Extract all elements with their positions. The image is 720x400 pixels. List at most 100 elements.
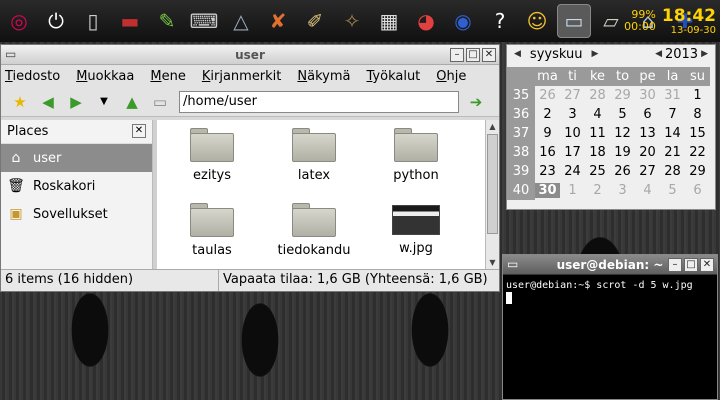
calendar-day[interactable]: 29 xyxy=(685,164,710,179)
paint-brush-icon[interactable]: ✐ xyxy=(298,4,332,38)
history-dropdown-icon[interactable]: ▼ xyxy=(93,91,115,113)
scroll-thumb[interactable] xyxy=(487,134,498,234)
help-icon[interactable]: ? xyxy=(483,4,517,38)
place-applications[interactable]: ▣ Sovellukset xyxy=(1,200,152,228)
calendar-day[interactable]: 10 xyxy=(560,126,585,141)
next-month-icon[interactable]: ▶ xyxy=(591,49,598,59)
place-user[interactable]: ⌂ user xyxy=(1,144,152,172)
file-item[interactable]: taulas xyxy=(162,203,262,258)
calendar-day[interactable]: 20 xyxy=(635,145,660,160)
folder-icon[interactable]: ▱ xyxy=(594,4,628,38)
calendar-day[interactable]: 29 xyxy=(610,88,635,103)
minimize-button[interactable]: – xyxy=(450,48,464,62)
calendar-day[interactable]: 18 xyxy=(585,145,610,160)
back-arrow-icon[interactable]: ◀ xyxy=(37,91,59,113)
calendar-day[interactable]: 5 xyxy=(660,183,685,198)
menu-muokkaa[interactable]: Muokkaa xyxy=(76,69,134,84)
debian-swirl-icon[interactable]: ◎ xyxy=(2,4,36,38)
calendar-day[interactable]: 14 xyxy=(660,126,685,141)
calendar-day[interactable]: 5 xyxy=(610,107,635,122)
calendar-day[interactable]: 6 xyxy=(635,107,660,122)
calendar-day[interactable]: 26 xyxy=(535,88,560,103)
calendar-day[interactable]: 26 xyxy=(610,164,635,179)
menu-kirjanmerkit[interactable]: Kirjanmerkit xyxy=(202,69,282,84)
terminal-titlebar[interactable]: ▭ user@debian: ~ – □ ✕ xyxy=(503,255,717,275)
vertical-scrollbar[interactable]: ▲ ▼ xyxy=(485,120,499,270)
calendar-day[interactable]: 24 xyxy=(560,164,585,179)
computer-tower-icon[interactable]: ▯ xyxy=(76,4,110,38)
file-item[interactable]: w.jpg xyxy=(366,203,466,256)
calendar-day[interactable]: 28 xyxy=(585,88,610,103)
gimp-icon[interactable]: ✧ xyxy=(335,4,369,38)
location-input[interactable]: /home/user xyxy=(179,90,459,113)
menu-työkalut[interactable]: Työkalut xyxy=(367,69,421,84)
new-bookmark-star-icon[interactable]: ★ xyxy=(9,91,31,113)
calendar-day[interactable]: 25 xyxy=(585,164,610,179)
menu-tiedosto[interactable]: Tiedosto xyxy=(5,69,60,84)
clock[interactable]: 18:42 13-09-30 xyxy=(662,7,716,36)
calendar-day[interactable]: 9 xyxy=(535,126,560,141)
calendar-day[interactable]: 16 xyxy=(535,145,560,160)
calendar-day[interactable]: 19 xyxy=(610,145,635,160)
file-item[interactable]: latex xyxy=(264,128,364,183)
calendar-day[interactable]: 22 xyxy=(685,145,710,160)
avatar-icon[interactable]: ☺ xyxy=(520,4,554,38)
minimize-button[interactable]: – xyxy=(668,258,682,272)
forward-arrow-icon[interactable]: ▶ xyxy=(65,91,87,113)
file-manager-titlebar[interactable]: ▭ user – □ ✕ xyxy=(1,45,499,65)
prev-month-icon[interactable]: ◀ xyxy=(514,49,521,59)
calendar-day[interactable]: 1 xyxy=(685,88,710,103)
menu-mene[interactable]: Mene xyxy=(150,69,185,84)
scroll-down-icon[interactable]: ▼ xyxy=(486,256,499,270)
calendar-day[interactable]: 3 xyxy=(560,107,585,122)
calendar-today[interactable]: 30 xyxy=(535,183,560,198)
xfig-icon[interactable]: ✘ xyxy=(261,4,295,38)
sidebar-close-button[interactable]: ✕ xyxy=(132,124,146,138)
leaf-editor-icon[interactable]: ✎ xyxy=(150,4,184,38)
terminal-window[interactable]: ▭ user@debian: ~ – □ ✕ user@debian:~$ sc… xyxy=(502,254,718,400)
close-button[interactable]: ✕ xyxy=(700,258,714,272)
network-globe-icon[interactable]: ◉ xyxy=(446,4,480,38)
calendar-day[interactable]: 28 xyxy=(660,164,685,179)
file-item[interactable]: python xyxy=(366,128,466,183)
place-trash[interactable]: 🗑 Roskakori xyxy=(1,172,152,200)
go-arrow-icon[interactable]: ➔ xyxy=(465,91,487,113)
file-item[interactable]: ezitys xyxy=(162,128,262,183)
menu-näkymä[interactable]: Näkymä xyxy=(297,69,350,84)
calendar-day[interactable]: 11 xyxy=(585,126,610,141)
spreadsheet-icon[interactable]: ▦ xyxy=(372,4,406,38)
calendar-day[interactable]: 7 xyxy=(660,107,685,122)
menu-ohje[interactable]: Ohje xyxy=(436,69,466,84)
file-item[interactable]: tiedokandu xyxy=(264,203,364,258)
calendar-day[interactable]: 21 xyxy=(660,145,685,160)
calendar-day[interactable]: 2 xyxy=(535,107,560,122)
calendar-day[interactable]: 12 xyxy=(610,126,635,141)
calendar-day[interactable]: 4 xyxy=(635,183,660,198)
calendar-day[interactable]: 27 xyxy=(560,88,585,103)
close-button[interactable]: ✕ xyxy=(482,48,496,62)
up-arrow-icon[interactable]: ▲ xyxy=(121,91,143,113)
next-year-icon[interactable]: ▶ xyxy=(701,49,708,59)
monitor-icon[interactable]: ▬ xyxy=(113,4,147,38)
calendar-day[interactable]: 1 xyxy=(560,183,585,198)
terminal-output[interactable]: user@debian:~$ scrot -d 5 w.jpg xyxy=(503,275,717,309)
calendar-day[interactable]: 4 xyxy=(585,107,610,122)
calendar-day[interactable]: 23 xyxy=(535,164,560,179)
calendar-day[interactable]: 27 xyxy=(635,164,660,179)
calendar-day[interactable]: 6 xyxy=(685,183,710,198)
calendar-day[interactable]: 15 xyxy=(685,126,710,141)
calendar-day[interactable]: 3 xyxy=(610,183,635,198)
calendar-day[interactable]: 17 xyxy=(560,145,585,160)
keyboard-icon[interactable]: ⌨ xyxy=(187,4,221,38)
battery-indicator[interactable]: 99% 00:00 xyxy=(624,9,656,33)
scroll-up-icon[interactable]: ▲ xyxy=(486,120,499,134)
power-icon[interactable]: ⏻ xyxy=(39,4,73,38)
prev-year-icon[interactable]: ◀ xyxy=(655,49,662,59)
calendar-day[interactable]: 31 xyxy=(660,88,685,103)
maximize-button[interactable]: □ xyxy=(684,258,698,272)
calendar-day[interactable]: 13 xyxy=(635,126,660,141)
window-icon[interactable]: ▭ xyxy=(557,4,591,38)
calendar-day[interactable]: 30 xyxy=(635,88,660,103)
pie-chart-icon[interactable]: ◕ xyxy=(409,4,443,38)
maximize-button[interactable]: □ xyxy=(466,48,480,62)
